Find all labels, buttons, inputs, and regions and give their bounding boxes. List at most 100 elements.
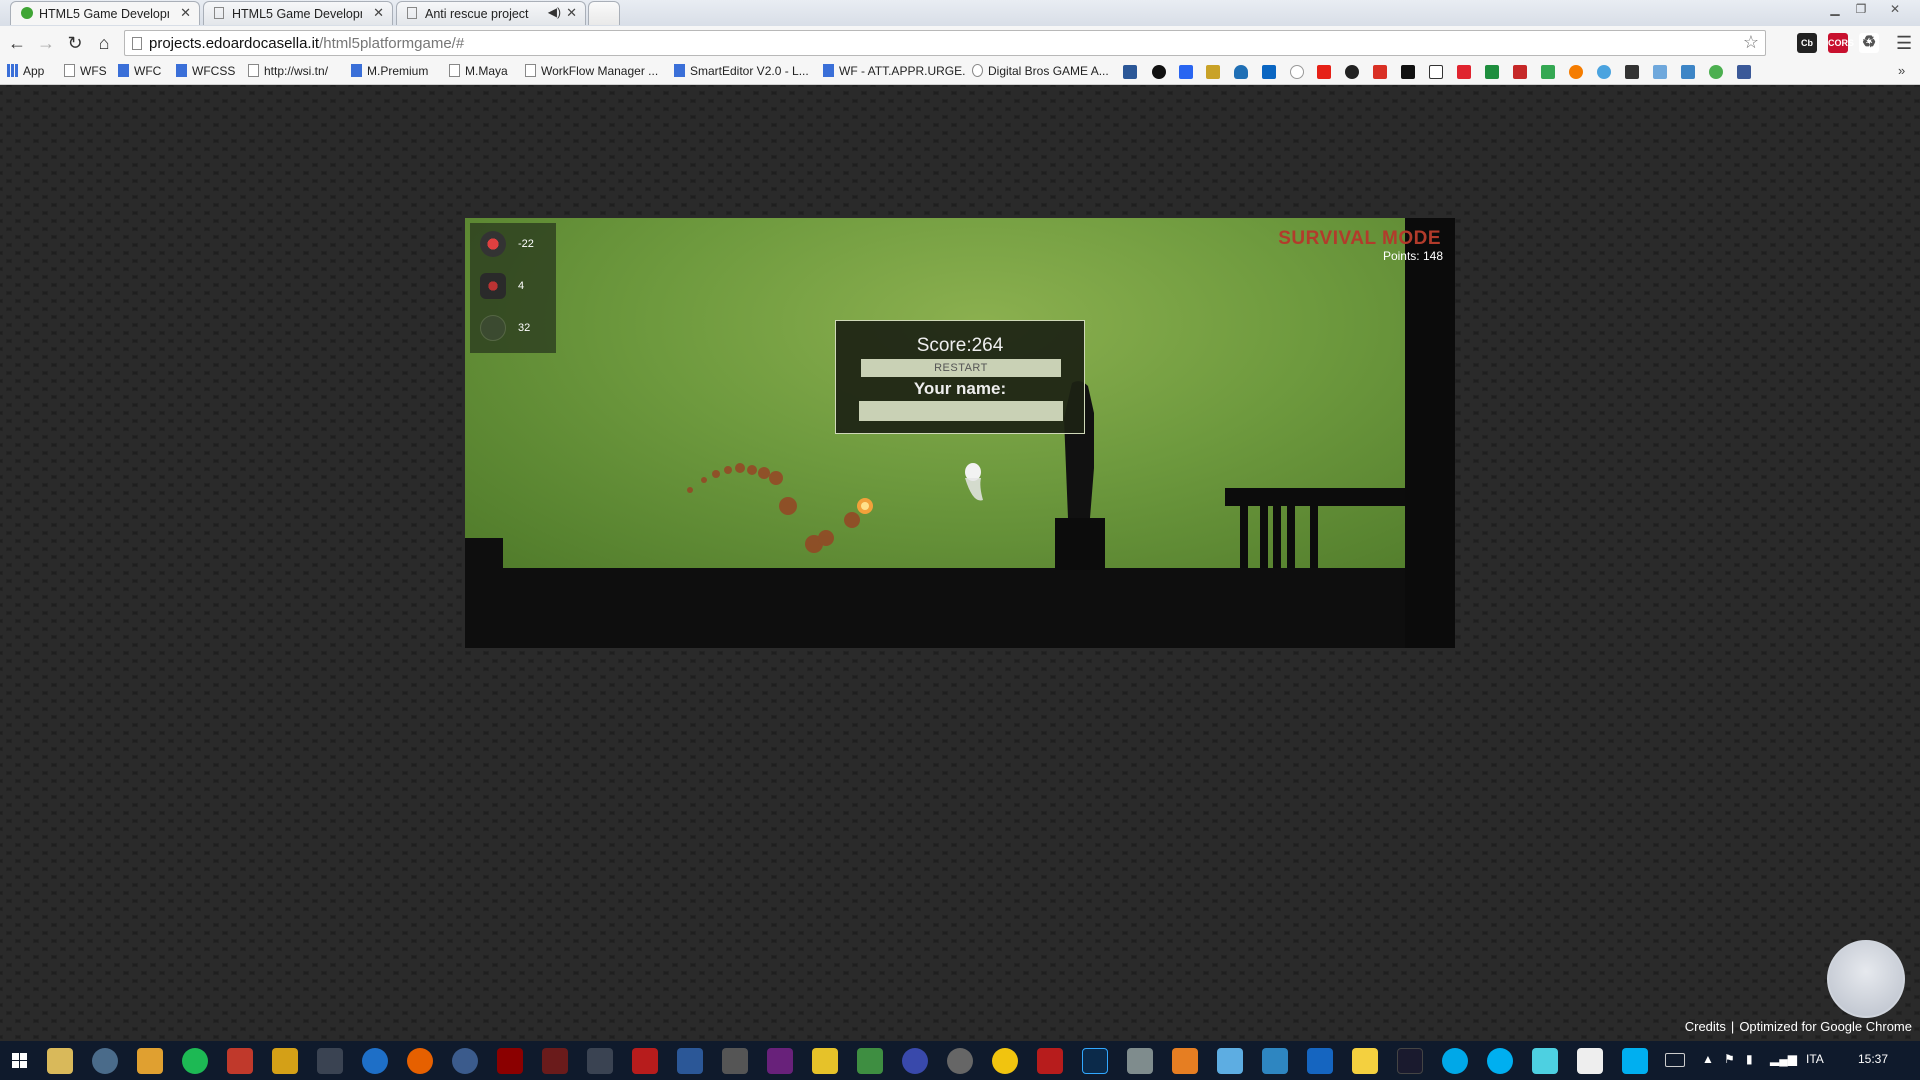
taskbar-app-icon[interactable] [1577, 1048, 1603, 1074]
cloud-bookmark-icon[interactable] [1234, 65, 1248, 79]
windows-start-icon[interactable] [12, 1053, 27, 1068]
extension-cors-icon[interactable]: CORS [1828, 33, 1854, 53]
acrobat-icon[interactable] [1457, 65, 1471, 79]
taskbar-app-icon[interactable] [722, 1048, 748, 1074]
circle-bookmark-icon[interactable] [1152, 65, 1166, 79]
minimize-icon[interactable]: ▁ [1824, 2, 1846, 16]
bookmark-wf-att[interactable]: WF - ATT.APPR.URGE. [823, 64, 965, 78]
back-icon[interactable]: ← [6, 32, 28, 54]
battery-icon[interactable]: ▮ [1746, 1052, 1753, 1066]
restore-icon[interactable]: ❐ [1850, 2, 1872, 16]
drop-bookmark-icon[interactable] [1290, 65, 1304, 79]
skype-window-icon[interactable] [1622, 1048, 1648, 1074]
keyboard-icon[interactable] [1665, 1053, 1685, 1067]
image-bookmark-icon[interactable] [1653, 65, 1667, 79]
forward-icon[interactable]: → [35, 32, 57, 54]
address-bar[interactable]: projects.edoardocasella.it/html5platform… [124, 30, 1766, 56]
restart-button[interactable]: RESTART [861, 359, 1061, 377]
bookmark-mpremium[interactable]: M.Premium [351, 64, 428, 78]
taskbar-app-icon[interactable] [1127, 1048, 1153, 1074]
url-text[interactable]: projects.edoardocasella.it/html5platform… [149, 35, 464, 52]
github-icon[interactable] [1345, 65, 1359, 79]
linkedin-icon[interactable] [1262, 65, 1276, 79]
bookmark-mmaya[interactable]: M.Maya [449, 64, 508, 78]
flag-icon[interactable]: ⚑ [1724, 1052, 1735, 1066]
css3-bookmark-icon[interactable] [1179, 65, 1193, 79]
skype-icon[interactable] [1487, 1048, 1513, 1074]
badge-bookmark-icon[interactable] [1206, 65, 1220, 79]
a-bookmark-icon[interactable] [1485, 65, 1499, 79]
taskbar-app-icon[interactable] [1172, 1048, 1198, 1074]
extension-recycle-icon[interactable]: ♻ [1859, 33, 1879, 53]
player-name-input[interactable] [859, 401, 1063, 421]
screen-bookmark-icon[interactable] [1625, 65, 1639, 79]
photoshop-icon[interactable] [1082, 1048, 1108, 1074]
home-icon[interactable]: ⌂ [93, 32, 115, 54]
taskbar-app-icon[interactable] [1262, 1048, 1288, 1074]
bookmark-apps[interactable]: App [7, 64, 44, 78]
clock[interactable]: 15:37 [1858, 1052, 1888, 1066]
leaf-bookmark-icon[interactable] [1709, 65, 1723, 79]
chrome-menu-icon[interactable]: ☰ [1896, 33, 1912, 54]
firefox-icon[interactable] [407, 1048, 433, 1074]
taskbar-app-icon[interactable] [1442, 1048, 1468, 1074]
extension-cb-icon[interactable]: Cb [1797, 33, 1817, 53]
bookmark-wfs[interactable]: WFS [64, 64, 107, 78]
tab-html5-game-1[interactable]: HTML5 Game Developme ✕ [10, 1, 200, 25]
tab-html5-game-2[interactable]: HTML5 Game Developme ✕ [203, 1, 393, 25]
taskbar-app-icon[interactable] [992, 1048, 1018, 1074]
game-canvas[interactable]: -22 4 32 SURVIVAL MODE Points: 148 Score… [465, 218, 1455, 648]
floating-avatar-button[interactable] [1827, 940, 1905, 1018]
terminal-icon[interactable] [1397, 1048, 1423, 1074]
shield-bookmark-icon[interactable] [1123, 65, 1137, 79]
bookmark-wfcss[interactable]: WFCSS [176, 64, 235, 78]
notes-icon[interactable] [812, 1048, 838, 1074]
taskbar-app-icon[interactable] [452, 1048, 478, 1074]
gmail-icon[interactable] [1373, 65, 1387, 79]
taskbar-app-icon[interactable] [587, 1048, 613, 1074]
language-indicator[interactable]: ITA [1806, 1052, 1824, 1066]
orange-bookmark-icon[interactable] [1569, 65, 1583, 79]
spotify-icon[interactable] [182, 1048, 208, 1074]
bookmark-wsi[interactable]: http://wsi.tn/ [248, 64, 328, 78]
taskbar-app-icon[interactable] [1307, 1048, 1333, 1074]
media-player-icon[interactable] [137, 1048, 163, 1074]
rai-icon[interactable] [1401, 65, 1415, 79]
bookmark-digital-bros[interactable]: Digital Bros GAME A... [972, 64, 1109, 78]
taskbar-app-icon[interactable] [902, 1048, 928, 1074]
e-bookmark-icon[interactable] [1541, 65, 1555, 79]
filezilla-icon[interactable] [1037, 1048, 1063, 1074]
taskbar-app-icon[interactable] [497, 1048, 523, 1074]
close-tab-icon[interactable]: ✕ [373, 5, 384, 21]
taskbar-app-icon[interactable] [542, 1048, 568, 1074]
youtube-icon[interactable] [1317, 65, 1331, 79]
credits-link[interactable]: Credits [1685, 1019, 1726, 1034]
taskbar-app-icon[interactable] [227, 1048, 253, 1074]
internet-explorer-icon[interactable] [362, 1048, 388, 1074]
new-tab-button[interactable] [588, 1, 620, 25]
bookmark-workflow-manager[interactable]: WorkFlow Manager ... [525, 64, 658, 78]
speaker-icon[interactable]: ◀) [548, 5, 561, 19]
taskbar-app-icon[interactable] [632, 1048, 658, 1074]
taskbar-app-icon[interactable] [1217, 1048, 1243, 1074]
bookmark-star-icon[interactable]: ☆ [1743, 32, 1759, 53]
taskbar-app-icon[interactable] [947, 1048, 973, 1074]
close-window-icon[interactable]: ✕ [1884, 2, 1906, 16]
close-tab-icon[interactable]: ✕ [566, 5, 577, 21]
reload-icon[interactable]: ↻ [64, 32, 86, 54]
android-icon[interactable] [857, 1048, 883, 1074]
more-bookmarks-icon[interactable]: » [1898, 63, 1905, 78]
people-bookmark-icon[interactable] [1681, 65, 1695, 79]
c-bookmark-icon[interactable] [1429, 65, 1443, 79]
taskbar-app-icon[interactable] [1532, 1048, 1558, 1074]
bookmark-smarteditor[interactable]: SmartEditor V2.0 - L... [674, 64, 809, 78]
chrome-taskbar-icon[interactable] [317, 1048, 343, 1074]
taskbar-app-icon[interactable] [272, 1048, 298, 1074]
show-hidden-icons-icon[interactable]: ▲ [1702, 1052, 1714, 1066]
file-explorer-icon[interactable] [47, 1048, 73, 1074]
facebook-icon[interactable] [1737, 65, 1751, 79]
close-tab-icon[interactable]: ✕ [180, 5, 191, 21]
bookmark-wfc[interactable]: WFC [118, 64, 161, 78]
globe-bookmark-icon[interactable] [1597, 65, 1611, 79]
tab-anti-rescue[interactable]: Anti rescue project ◀) ✕ [396, 1, 586, 25]
